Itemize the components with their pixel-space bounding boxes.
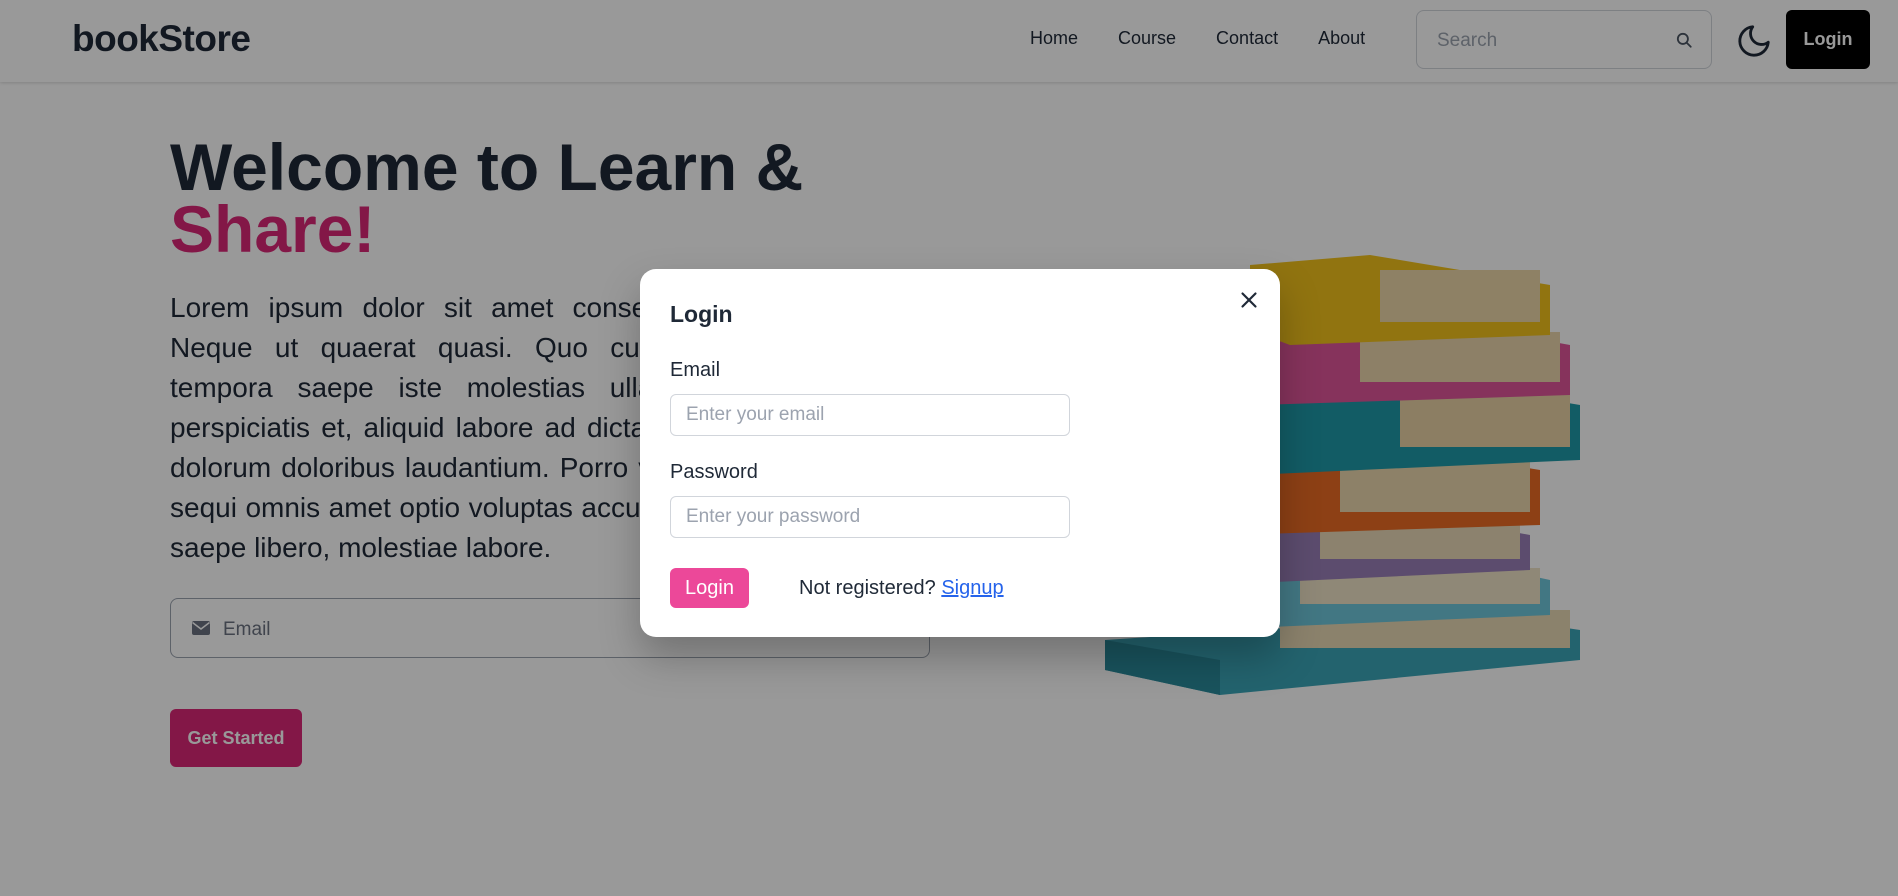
modal-login-button[interactable]: Login	[670, 568, 749, 608]
register-prompt: Not registered? Signup	[799, 577, 1004, 600]
password-label: Password	[670, 461, 758, 483]
signup-link[interactable]: Signup	[941, 577, 1003, 599]
login-modal: Login Email Password Login Not registere…	[640, 269, 1280, 637]
modal-title: Login	[670, 301, 733, 327]
close-icon[interactable]	[1236, 287, 1262, 313]
email-field[interactable]	[670, 394, 1070, 436]
password-field[interactable]	[670, 496, 1070, 538]
email-label: Email	[670, 359, 721, 381]
not-registered-text: Not registered?	[799, 577, 936, 599]
